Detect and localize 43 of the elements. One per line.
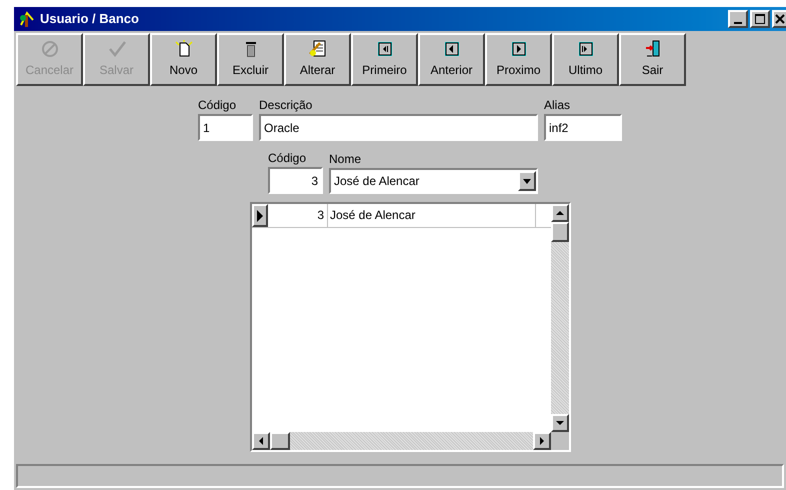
current-row-icon [257, 210, 263, 222]
scroll-down-icon[interactable] [551, 414, 569, 432]
dropdown[interactable]: José de Alencar [329, 168, 538, 194]
field-label: Código [198, 98, 238, 112]
prohibited-icon [40, 40, 60, 58]
table-cell: José de Alencar [328, 204, 536, 227]
text-field[interactable]: 1 [198, 114, 253, 141]
toolbar-button[interactable]: Novo [150, 33, 217, 86]
toolbar-button[interactable]: Primeiro [351, 33, 418, 86]
toolbar-button[interactable]: Excluir [217, 33, 284, 86]
table-cell: 3 [268, 204, 328, 227]
field-label: Código [268, 151, 308, 165]
text-field[interactable]: 3 [268, 167, 323, 194]
scrollbar-corner [551, 432, 569, 450]
checkmark-icon [106, 40, 126, 58]
app-icon [18, 10, 36, 28]
toolbar-button[interactable]: Alterar [284, 33, 351, 86]
scroll-left-icon[interactable] [252, 432, 270, 450]
window-title: Usuario / Banco [40, 10, 139, 28]
close-icon [775, 14, 785, 24]
scroll-thumb[interactable] [270, 432, 290, 450]
row-indicator[interactable] [252, 204, 268, 227]
maximize-button[interactable] [750, 10, 770, 28]
scroll-up-icon[interactable] [551, 204, 569, 222]
text-field[interactable]: Oracle [259, 114, 538, 141]
minimize-icon [734, 22, 742, 24]
field-label: Descrição [259, 98, 314, 112]
maximize-icon [755, 14, 765, 24]
toolbar-button[interactable]: Anterior [418, 33, 485, 86]
scroll-thumb[interactable] [551, 222, 569, 242]
text-field[interactable]: inf2 [544, 114, 622, 141]
scroll-right-icon[interactable] [533, 432, 551, 450]
field-label: Alias [544, 98, 572, 112]
minimize-button[interactable] [728, 10, 748, 28]
toolbar-button[interactable]: Sair [619, 33, 686, 86]
edit-document-icon [308, 40, 328, 58]
new-document-icon [174, 40, 194, 58]
close-button[interactable] [772, 10, 786, 28]
vertical-scrollbar[interactable] [551, 204, 569, 432]
horizontal-scrollbar[interactable] [252, 432, 551, 450]
toolbar-button[interactable]: Ultimo [552, 33, 619, 86]
toolbar-button[interactable]: Proximo [485, 33, 552, 86]
field-label: Nome [329, 152, 362, 166]
